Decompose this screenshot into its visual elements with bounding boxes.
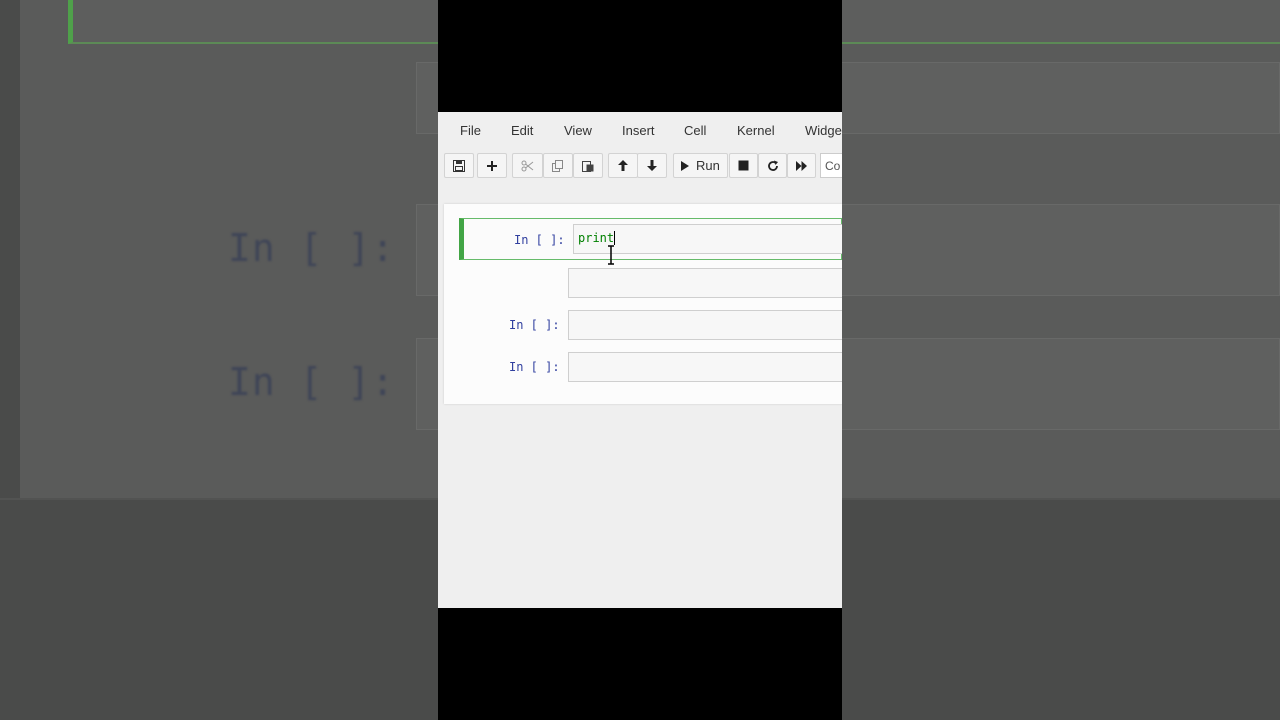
code-cell[interactable]: In [ ]: xyxy=(459,308,842,342)
cell-prompt: In [ ]: xyxy=(509,360,560,374)
interrupt-kernel-button[interactable] xyxy=(729,153,758,178)
menu-view[interactable]: View xyxy=(564,123,592,138)
background-prompt: In [ ]: xyxy=(228,226,396,270)
run-button[interactable]: Run xyxy=(673,153,728,178)
paste-icon xyxy=(582,160,594,172)
cell-prompt: In [ ]: xyxy=(514,233,565,247)
menu-file[interactable]: File xyxy=(460,123,481,138)
menu-widgets[interactable]: Widge xyxy=(805,123,842,138)
insert-cell-button[interactable] xyxy=(477,153,507,178)
restart-kernel-button[interactable] xyxy=(758,153,787,178)
code-cell[interactable]: In [ ]: xyxy=(459,350,842,384)
move-cell-down-button[interactable] xyxy=(637,153,667,178)
notebook-screen: File Edit View Insert Cell Kernel Widge xyxy=(438,112,842,608)
save-button[interactable] xyxy=(444,153,474,178)
cell-input[interactable] xyxy=(568,268,842,298)
video-frame: File Edit View Insert Cell Kernel Widge xyxy=(438,0,842,720)
cell-input[interactable] xyxy=(568,352,842,382)
scissors-icon xyxy=(521,160,534,171)
cell-type-select[interactable]: Co xyxy=(820,153,842,178)
floppy-disk-icon xyxy=(453,159,465,172)
background-prompt: In [ ]: xyxy=(228,360,396,404)
menu-edit[interactable]: Edit xyxy=(511,123,533,138)
toolbar: Run Co xyxy=(438,150,842,182)
menubar: File Edit View Insert Cell Kernel Widge xyxy=(438,112,842,150)
play-icon xyxy=(681,160,689,171)
cell-prompt: In [ ]: xyxy=(509,318,560,332)
text-cursor-icon xyxy=(608,245,614,265)
code-cell[interactable] xyxy=(459,266,842,300)
arrow-down-icon xyxy=(647,160,657,171)
menu-kernel[interactable]: Kernel xyxy=(737,123,775,138)
notebook-container: In [ ]: print In [ ]: In [ ]: xyxy=(444,204,842,404)
fast-forward-icon xyxy=(796,160,807,171)
plus-icon xyxy=(487,160,497,171)
menu-insert[interactable]: Insert xyxy=(622,123,655,138)
run-button-label: Run xyxy=(696,158,720,173)
arrow-up-icon xyxy=(618,160,628,171)
restart-run-all-button[interactable] xyxy=(787,153,816,178)
cut-button[interactable] xyxy=(512,153,543,178)
menu-cell[interactable]: Cell xyxy=(684,123,706,138)
code-text: print xyxy=(578,231,615,245)
refresh-icon xyxy=(767,160,778,171)
paste-button[interactable] xyxy=(573,153,603,178)
cell-input[interactable] xyxy=(568,310,842,340)
copy-button[interactable] xyxy=(543,153,573,178)
code-cell-selected[interactable]: In [ ]: print xyxy=(459,218,842,265)
text-caret xyxy=(614,231,616,245)
stop-icon xyxy=(738,160,749,171)
move-cell-up-button[interactable] xyxy=(608,153,638,178)
copy-icon xyxy=(552,159,563,172)
